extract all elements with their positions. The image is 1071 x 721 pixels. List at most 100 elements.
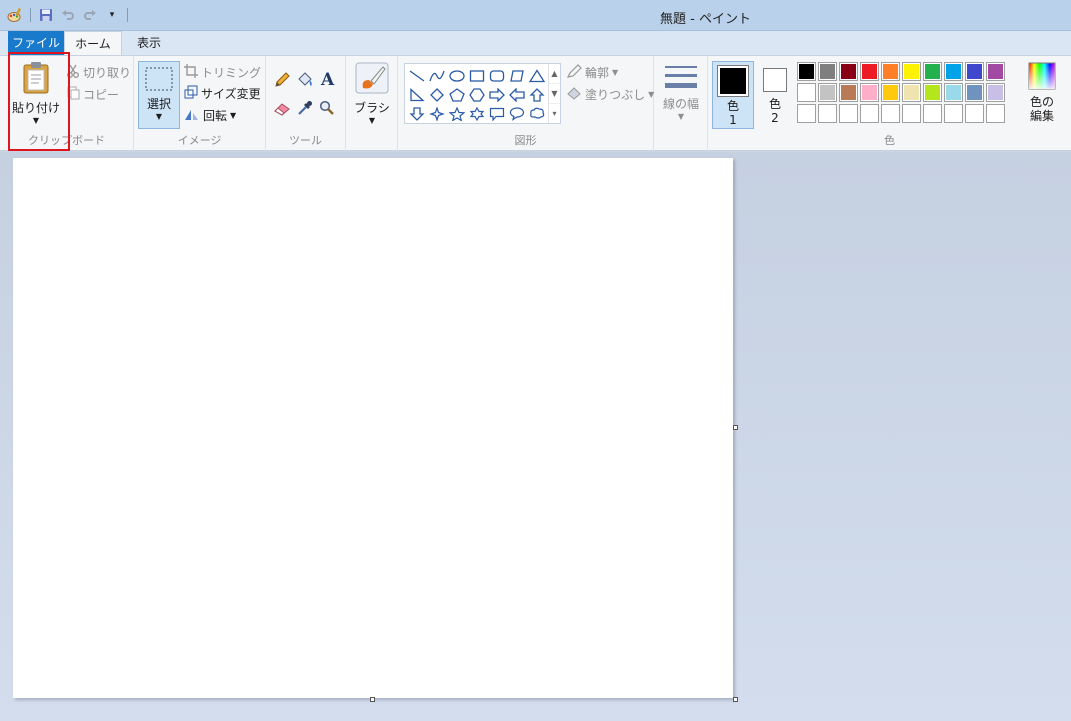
size-group: 線の幅 ▼: [654, 56, 708, 151]
color-swatch[interactable]: [839, 83, 858, 102]
color-picker-icon[interactable]: [297, 100, 313, 119]
select-button[interactable]: 選択 ▼: [138, 61, 180, 129]
right-triangle-shape-icon[interactable]: [407, 85, 427, 104]
crop-button[interactable]: トリミング: [184, 62, 261, 82]
color-swatch[interactable]: [881, 83, 900, 102]
color-swatch[interactable]: [944, 83, 963, 102]
up-arrow-shape-icon[interactable]: [527, 85, 547, 104]
rect-callout-shape-icon[interactable]: [487, 104, 507, 123]
color-swatch-fill: [945, 84, 962, 101]
down-arrow-shape-icon[interactable]: [407, 104, 427, 123]
color-swatch[interactable]: [860, 62, 879, 81]
five-point-star-shape-icon[interactable]: [447, 104, 467, 123]
color-swatch[interactable]: [797, 62, 816, 81]
copy-label: コピー: [83, 87, 120, 102]
drawing-canvas[interactable]: [13, 158, 733, 698]
color-swatch[interactable]: [923, 83, 942, 102]
cut-button[interactable]: 切り取り: [66, 62, 131, 82]
color-swatch[interactable]: [902, 83, 921, 102]
color-swatch[interactable]: [839, 104, 858, 123]
pencil-icon[interactable]: [274, 72, 290, 91]
color-swatch[interactable]: [986, 83, 1005, 102]
brushes-button[interactable]: ブラシ ▼: [350, 62, 394, 125]
color-swatch[interactable]: [965, 62, 984, 81]
resize-button[interactable]: サイズ変更: [184, 83, 261, 103]
color-swatch-fill: [945, 105, 962, 122]
color-swatch[interactable]: [902, 62, 921, 81]
oval-shape-icon[interactable]: [447, 66, 467, 85]
color-swatch-fill: [945, 63, 962, 80]
fill-button[interactable]: 塗りつぶし ▼: [566, 84, 654, 104]
color-swatch[interactable]: [944, 62, 963, 81]
shapes-scroll[interactable]: ▲ ▼ ▾: [548, 64, 560, 123]
color-swatch[interactable]: [881, 104, 900, 123]
color-swatch[interactable]: [818, 62, 837, 81]
copy-button[interactable]: コピー: [66, 84, 119, 104]
color-swatch-fill: [987, 84, 1004, 101]
color-swatch[interactable]: [860, 104, 879, 123]
color-swatch[interactable]: [881, 62, 900, 81]
brushes-group: ブラシ ▼: [346, 56, 398, 151]
size-button[interactable]: 線の幅 ▼: [660, 64, 702, 121]
canvas-resize-handle-right[interactable]: [733, 425, 738, 430]
polygon-shape-icon[interactable]: [507, 66, 527, 85]
tab-view[interactable]: 表示: [126, 31, 172, 55]
colors-group-label: 色: [884, 134, 895, 147]
scroll-up-icon[interactable]: ▲: [549, 64, 560, 84]
tab-home[interactable]: ホーム: [64, 31, 122, 56]
color1-button[interactable]: 色 1: [712, 61, 754, 129]
scroll-down-icon[interactable]: ▼: [549, 84, 560, 104]
fill-bucket-icon[interactable]: [296, 71, 314, 91]
more-shapes-icon[interactable]: ▾: [549, 104, 560, 123]
color-swatch[interactable]: [923, 62, 942, 81]
edit-colors-button[interactable]: 色の 編集: [1020, 62, 1064, 123]
rotate-button[interactable]: 回転 ▼: [184, 105, 236, 125]
color-swatch-fill: [819, 63, 836, 80]
resize-icon: [184, 85, 198, 102]
rectangle-shape-icon[interactable]: [467, 66, 487, 85]
left-arrow-shape-icon[interactable]: [507, 85, 527, 104]
hexagon-shape-icon[interactable]: [467, 85, 487, 104]
canvas-resize-handle-corner[interactable]: [733, 697, 738, 702]
color-swatch[interactable]: [986, 62, 1005, 81]
line-shape-icon[interactable]: [407, 66, 427, 85]
color-swatch[interactable]: [818, 83, 837, 102]
eraser-icon[interactable]: [274, 101, 291, 119]
triangle-shape-icon[interactable]: [527, 66, 547, 85]
color-swatch[interactable]: [797, 83, 816, 102]
color-wheel-icon: [1028, 62, 1056, 93]
cloud-callout-shape-icon[interactable]: [527, 104, 547, 123]
color2-label: 色: [768, 97, 781, 111]
color-swatch[interactable]: [797, 104, 816, 123]
pentagon-shape-icon[interactable]: [447, 85, 467, 104]
color-swatch[interactable]: [944, 104, 963, 123]
diamond-shape-icon[interactable]: [427, 85, 447, 104]
oval-callout-shape-icon[interactable]: [507, 104, 527, 123]
canvas-resize-handle-bottom[interactable]: [370, 697, 375, 702]
ribbon: 貼り付け ▼ 切り取り コピー クリップボード 選択 ▼ トリミング サイズ変更…: [0, 55, 1071, 151]
curve-shape-icon[interactable]: [427, 66, 447, 85]
text-tool-icon[interactable]: A: [321, 70, 334, 90]
outline-button[interactable]: 輪郭 ▼: [566, 62, 618, 82]
brushes-label: ブラシ: [354, 101, 390, 115]
color-swatch-fill: [987, 63, 1004, 80]
six-point-star-shape-icon[interactable]: [467, 104, 487, 123]
color-swatch-fill: [966, 63, 983, 80]
color1-label: 色: [726, 99, 739, 113]
four-point-star-shape-icon[interactable]: [427, 104, 447, 123]
color-swatch[interactable]: [839, 62, 858, 81]
right-arrow-shape-icon[interactable]: [487, 85, 507, 104]
color-swatch[interactable]: [902, 104, 921, 123]
image-group-label: イメージ: [177, 134, 222, 147]
color-swatch[interactable]: [923, 104, 942, 123]
color2-button[interactable]: 色 2: [758, 61, 792, 129]
color-swatch[interactable]: [965, 104, 984, 123]
color-swatch[interactable]: [860, 83, 879, 102]
fill-label: 塗りつぶし: [585, 87, 646, 102]
color-swatch[interactable]: [818, 104, 837, 123]
color-swatch[interactable]: [965, 83, 984, 102]
title-bar: ▾ 無題 - ペイント: [0, 0, 1071, 31]
rounded-rectangle-shape-icon[interactable]: [487, 66, 507, 85]
color-swatch[interactable]: [986, 104, 1005, 123]
magnifier-icon[interactable]: [319, 100, 335, 119]
